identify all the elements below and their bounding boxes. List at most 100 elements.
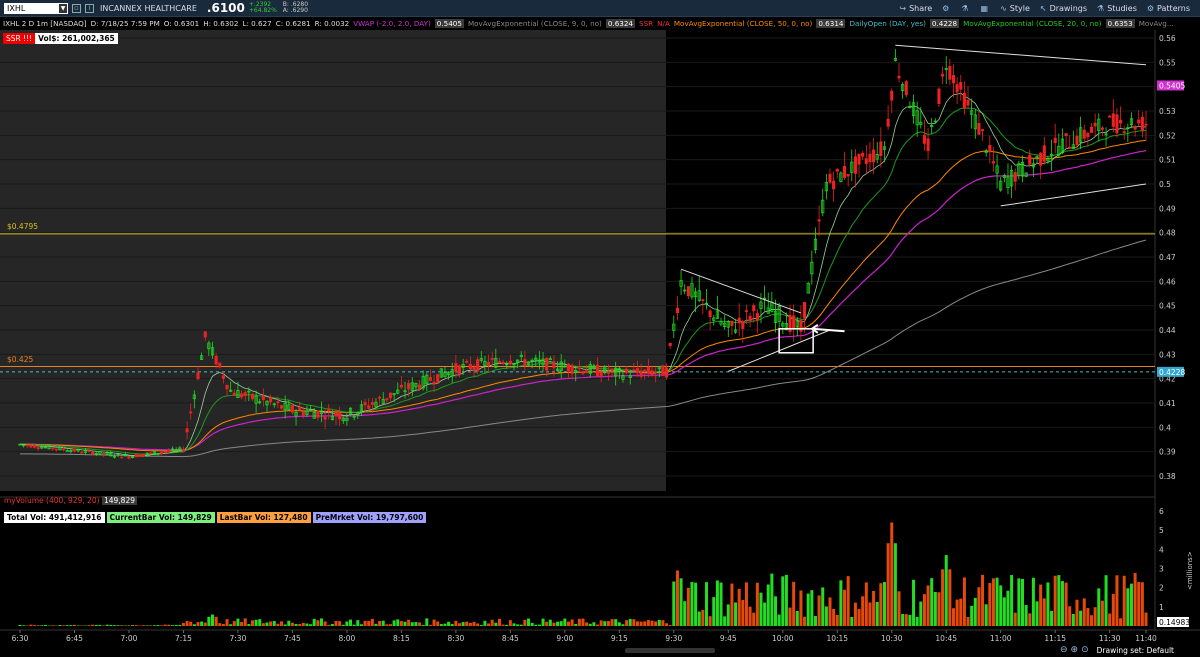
premarket-vol: PreMrket Vol: 19,797,600 xyxy=(312,512,427,523)
candle-body xyxy=(625,368,629,373)
volume-bar xyxy=(240,622,244,626)
volume-bar xyxy=(941,569,945,626)
ema50-value: 0.6314 xyxy=(816,18,846,28)
candle-body xyxy=(476,359,480,372)
candle-body xyxy=(465,360,469,363)
candle-body xyxy=(160,452,164,454)
volume-bar xyxy=(799,590,803,626)
candle-body xyxy=(632,369,636,372)
volume-bar xyxy=(341,624,345,626)
time-tick-label: 6:45 xyxy=(66,634,83,643)
candle-body xyxy=(1013,172,1017,182)
zoom-in-icon[interactable]: ⊕ xyxy=(1071,645,1079,655)
vwap-label[interactable]: VWAP (-2.0, 2.0, DAY) xyxy=(353,19,431,28)
volume-bar xyxy=(683,601,687,626)
candle-body xyxy=(87,450,91,452)
volume-bar xyxy=(330,624,334,626)
volume-bar xyxy=(385,624,389,626)
candle-body xyxy=(1042,145,1046,162)
volume-bar xyxy=(628,618,632,626)
volume-bar xyxy=(835,614,839,626)
volume-bar xyxy=(476,623,480,626)
volume-bar xyxy=(770,573,774,626)
candle-body xyxy=(904,81,908,96)
volume-bar xyxy=(897,591,901,626)
volume-bar xyxy=(715,580,719,626)
candle-body xyxy=(487,361,491,366)
volume-bar xyxy=(508,620,512,626)
ema50-label[interactable]: MovAvgExponential (CLOSE, 50, 0, no) xyxy=(674,19,812,28)
ema20-label[interactable]: MovAvgExponential (CLOSE, 20, 0, no) xyxy=(963,19,1101,28)
volume-bar xyxy=(759,592,763,626)
volume-marker-text: 0.14983 xyxy=(1159,618,1190,627)
volume-bar xyxy=(312,618,316,626)
ssr-badge: SSR !!! xyxy=(3,33,36,44)
volume-bar xyxy=(988,583,992,626)
volume-bar xyxy=(694,582,698,626)
volume-bar xyxy=(868,602,872,626)
candle-body xyxy=(581,371,585,374)
candle-body xyxy=(417,384,422,389)
volume-bar xyxy=(737,588,741,626)
candle-body xyxy=(675,307,679,314)
time-tick-label: 7:00 xyxy=(121,634,138,643)
volume-bar xyxy=(72,624,76,626)
volume-bar xyxy=(548,619,552,626)
candle-body xyxy=(127,456,131,459)
volume-bar xyxy=(970,605,974,626)
volume-bar xyxy=(65,625,69,626)
candle-body xyxy=(225,384,229,390)
volume-bar xyxy=(465,621,469,626)
volume-bar xyxy=(563,618,567,626)
candle-body xyxy=(472,366,476,370)
volume-bar xyxy=(1137,581,1141,626)
candle-body xyxy=(886,118,890,127)
candle-body xyxy=(1119,119,1123,124)
price-chart[interactable]: 0.560.550.540.530.520.510.50.490.480.470… xyxy=(0,0,1200,657)
volume-bar xyxy=(36,625,40,626)
horizontal-scrollbar[interactable] xyxy=(625,648,715,653)
volume-bar xyxy=(879,583,883,626)
volume-bar xyxy=(763,602,767,626)
ohlc-range: R: 0.0032 xyxy=(314,18,350,28)
candle-body xyxy=(595,364,600,377)
volume-bar xyxy=(487,623,491,626)
volume-bar xyxy=(1042,598,1046,626)
volume-bar xyxy=(76,625,80,626)
candle-body xyxy=(508,360,512,365)
ohlc-high: H: 0.6302 xyxy=(203,18,239,28)
zoom-reset-icon[interactable]: ⊙ xyxy=(1081,645,1089,655)
candle-body xyxy=(378,396,382,399)
volume-bar xyxy=(87,625,91,626)
drawing-set-label[interactable]: Drawing set: Default xyxy=(1097,646,1174,655)
dailyopen-label[interactable]: DailyOpen (DAY, yes) xyxy=(849,19,925,28)
candle-body xyxy=(661,365,665,376)
time-tick-label: 9:30 xyxy=(665,634,682,643)
zoom-out-icon[interactable]: ⊖ xyxy=(1060,645,1068,655)
volume-bar xyxy=(824,606,828,626)
candle-body xyxy=(980,129,985,132)
more-studies[interactable]: MovAvg... xyxy=(1139,19,1174,28)
volume-bar xyxy=(541,618,545,626)
candle-body xyxy=(323,416,327,420)
candle-body xyxy=(399,384,403,388)
volume-bar xyxy=(1111,593,1115,626)
candle-body xyxy=(185,428,189,433)
volume-bar xyxy=(959,598,963,626)
volume-bar xyxy=(69,625,73,626)
candle-body xyxy=(243,392,247,396)
time-tick-label: 6:30 xyxy=(12,634,29,643)
volume-bar xyxy=(174,625,178,626)
candle-body xyxy=(570,365,574,374)
volume-bar xyxy=(349,619,353,626)
volume-bar xyxy=(606,621,610,626)
ema9-label[interactable]: MovAvgExponential (CLOSE, 9, 0, no) xyxy=(468,19,602,28)
volume-bar xyxy=(356,620,360,626)
candle-body xyxy=(1082,129,1086,139)
volume-bar xyxy=(407,619,411,626)
candle-body xyxy=(454,363,458,372)
candle-body xyxy=(803,301,807,319)
candle-body xyxy=(962,92,966,109)
candle-body xyxy=(610,368,614,371)
candle-body xyxy=(457,365,462,375)
